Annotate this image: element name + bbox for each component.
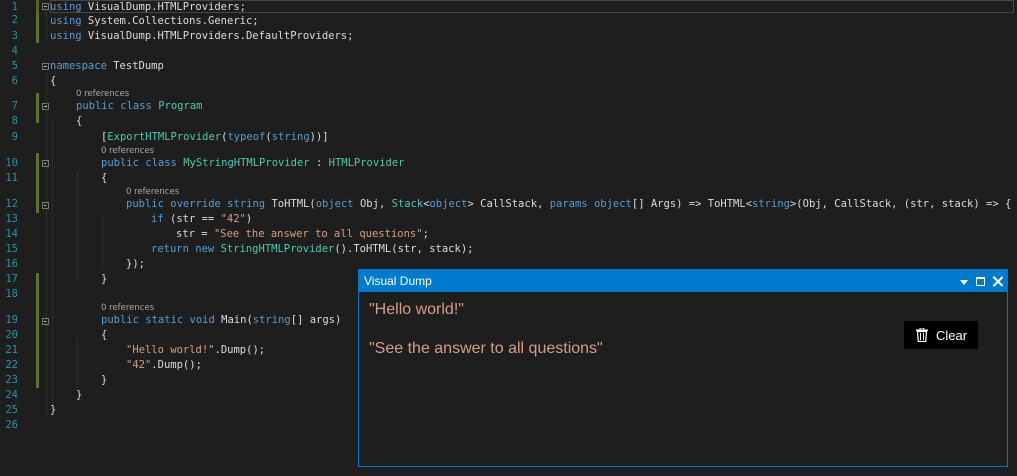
- visual-dump-title: Visual Dump: [364, 274, 432, 288]
- codelens-references[interactable]: 0 references: [101, 146, 154, 156]
- line-number: 22: [5, 359, 18, 371]
- code-line[interactable]: public static void Main(string[] args): [101, 313, 341, 328]
- collapse-toggle-icon[interactable]: [42, 3, 49, 10]
- indent-guide: [77, 337, 78, 387]
- line-number: 24: [5, 389, 18, 401]
- code-line[interactable]: }: [101, 272, 107, 287]
- code-line[interactable]: {: [101, 171, 107, 186]
- line-number: 25: [5, 404, 18, 416]
- code-line[interactable]: "Hello world!".Dump();: [126, 343, 265, 358]
- collapse-toggle-icon[interactable]: [42, 63, 49, 70]
- code-line[interactable]: using System.Collections.Generic;: [50, 14, 259, 29]
- indent-guide: [46, 12, 47, 42]
- line-number: 23: [5, 374, 18, 386]
- code-line[interactable]: str = "See the answer to all questions";: [176, 227, 429, 242]
- line-number: 5: [11, 60, 18, 72]
- indent-guide: [77, 172, 78, 282]
- line-number: 2: [11, 14, 18, 26]
- trash-icon: [916, 328, 928, 342]
- code-line[interactable]: {: [50, 74, 56, 89]
- code-line[interactable]: }: [101, 373, 107, 388]
- code-line[interactable]: });: [126, 257, 145, 272]
- code-line[interactable]: public override string ToHTML(object Obj…: [126, 197, 1011, 212]
- clear-button[interactable]: Clear: [904, 321, 978, 349]
- code-line[interactable]: if (str == "42"): [151, 212, 252, 227]
- line-number: 20: [5, 329, 18, 341]
- codelens-references[interactable]: 0 references: [101, 303, 154, 313]
- line-number: 8: [11, 115, 18, 127]
- code-line[interactable]: public class MyStringHTMLProvider : HTML…: [101, 156, 404, 171]
- code-line[interactable]: return new StringHTMLProvider().ToHTML(s…: [151, 242, 473, 257]
- line-number: 18: [5, 288, 18, 300]
- line-number: 19: [5, 314, 18, 326]
- code-line[interactable]: namespace TestDump: [50, 59, 164, 74]
- change-marker: [36, 13, 39, 43]
- visual-dump-panel: Visual Dump "Hello world!" "See the answ…: [358, 269, 1008, 467]
- line-number: 6: [11, 75, 18, 87]
- close-icon[interactable]: [992, 276, 1003, 287]
- indent-guide: [52, 118, 53, 405]
- line-number: 17: [5, 273, 18, 285]
- change-marker: [36, 0, 39, 13]
- line-number: 3: [11, 30, 18, 42]
- codelens-references[interactable]: 0 references: [126, 187, 179, 197]
- line-number: 13: [5, 213, 18, 225]
- line-number: 10: [5, 157, 18, 169]
- maximize-icon[interactable]: [975, 276, 986, 287]
- line-number: 7: [11, 100, 18, 112]
- code-line[interactable]: using VisualDump.HTMLProviders;: [50, 0, 246, 15]
- line-number: 14: [5, 228, 18, 240]
- line-number: 26: [5, 419, 18, 431]
- line-number: 9: [11, 131, 18, 143]
- code-line[interactable]: {: [76, 114, 82, 129]
- code-line[interactable]: public class Program: [76, 99, 202, 114]
- indent-guide: [46, 73, 47, 418]
- clear-button-label: Clear: [936, 327, 968, 343]
- line-number: 4: [11, 45, 18, 57]
- code-line[interactable]: }: [50, 403, 56, 418]
- dump-output-item: "Hello world!": [369, 301, 464, 318]
- line-number: 11: [5, 172, 18, 184]
- change-marker: [36, 93, 39, 123]
- line-number: 12: [5, 198, 18, 210]
- window-position-dropdown-icon[interactable]: [958, 276, 969, 287]
- visual-dump-title-bar[interactable]: Visual Dump: [359, 270, 1007, 292]
- line-number-gutter: 1 2 3 4 5 6 7 8 9 10 11 12 13 14 15 16 17 18 19 20 21 22 23 24 2…: [0, 0, 24, 476]
- line-number: 15: [5, 243, 18, 255]
- code-line[interactable]: using VisualDump.HTMLProviders.DefaultPr…: [50, 29, 353, 44]
- change-marker: [36, 273, 39, 388]
- code-line[interactable]: "42".Dump();: [126, 358, 202, 373]
- code-line[interactable]: [ExportHTMLProvider(typeof(string))]: [101, 130, 329, 145]
- line-number: 21: [5, 344, 18, 356]
- line-number: 16: [5, 258, 18, 270]
- code-line[interactable]: {: [101, 328, 107, 343]
- codelens-references[interactable]: 0 references: [76, 89, 129, 99]
- code-line[interactable]: }: [76, 388, 82, 403]
- indent-guide: [102, 215, 103, 270]
- dump-output-item: "See the answer to all questions": [369, 340, 603, 357]
- change-marker: [36, 153, 39, 213]
